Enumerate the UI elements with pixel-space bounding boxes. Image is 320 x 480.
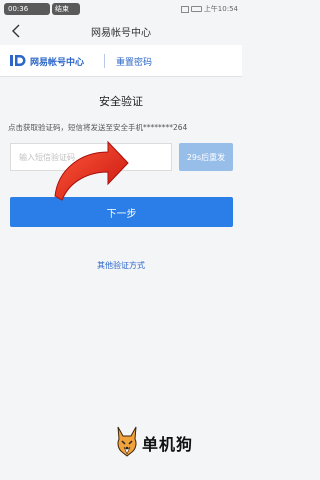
page-heading: 安全验证: [99, 95, 143, 108]
status-bar: 00:36 结束 上午10:54: [0, 0, 242, 17]
signal-icon: [180, 5, 189, 13]
netease-id-logo-icon: [10, 55, 26, 66]
brand-section-title: 重置密码: [116, 58, 153, 68]
brand-divider: [104, 54, 105, 68]
call-timer-pill[interactable]: 00:36: [4, 3, 50, 15]
resend-code-button[interactable]: 29s后重发: [179, 143, 233, 171]
watermark: 单机狗: [112, 423, 242, 463]
end-call-label: 结束: [55, 5, 69, 13]
brand-bar: 网易帐号中心 重置密码: [0, 45, 242, 77]
dog-mascot-icon: [117, 426, 137, 457]
next-step-button[interactable]: 下一步: [10, 197, 233, 227]
call-timer: 00:36: [8, 5, 29, 13]
nav-bar: 网易帐号中心: [0, 17, 242, 45]
battery-icon: [190, 6, 202, 12]
sms-notice: 点击获取验证码，短信将发送至安全手机********264: [8, 123, 188, 132]
watermark-text: 单机狗: [142, 435, 194, 454]
other-verification-link[interactable]: 其他验证方式: [0, 260, 242, 271]
end-call-pill[interactable]: 结束: [52, 3, 80, 15]
nav-title: 网易帐号中心: [91, 28, 151, 39]
status-indicators: 上午10:54: [180, 3, 238, 15]
status-clock: 上午10:54: [203, 5, 238, 13]
brand-name: 网易帐号中心: [30, 58, 85, 68]
sms-code-input[interactable]: [10, 143, 172, 171]
